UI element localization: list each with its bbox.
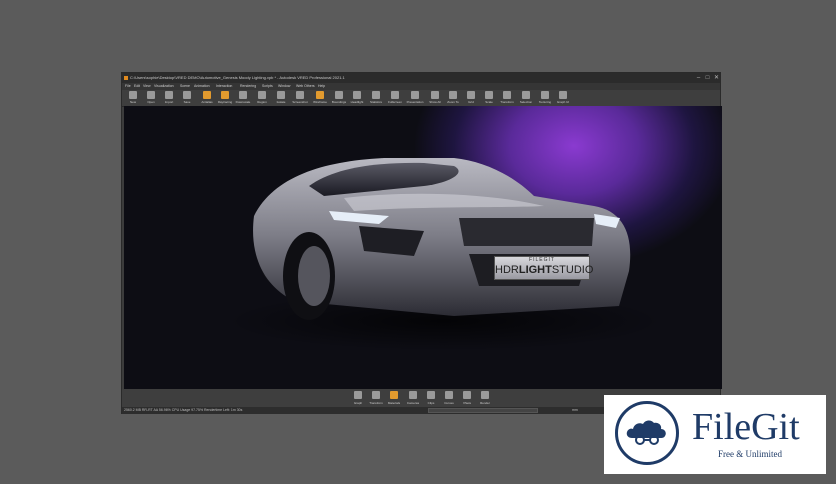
- menu-rendering[interactable]: Rendering: [240, 83, 256, 90]
- title-bar: C:\Users\sophie\Desktop\VRED DEMO\Automo…: [122, 73, 720, 83]
- raytracing-icon: [221, 91, 229, 99]
- wireframe-icon: [316, 91, 324, 99]
- badge-main-text: HDRLIGHTSTUDIO: [495, 264, 594, 276]
- vred-app-icon: [124, 76, 128, 80]
- menu-scripts[interactable]: Scripts: [262, 83, 273, 90]
- selection-icon: [522, 91, 530, 99]
- clips-button[interactable]: Clips: [423, 390, 439, 406]
- hdr-light-studio-badge: FILEGIT HDRLIGHTSTUDIO: [494, 256, 594, 280]
- new-file-icon: [129, 91, 137, 99]
- wireframe-button[interactable]: Wireframe: [311, 91, 329, 105]
- statistics-icon: [372, 91, 380, 99]
- render-viewport[interactable]: FILEGIT HDRLIGHTSTUDIO: [124, 106, 722, 389]
- headlight-button[interactable]: Headlight: [348, 91, 366, 105]
- menu-edit[interactable]: Edit: [134, 83, 140, 90]
- vsets-button[interactable]: VSets: [459, 390, 475, 406]
- fullscreen-button[interactable]: Fullscreen: [386, 91, 404, 105]
- region-icon: [258, 91, 266, 99]
- boundings-icon: [335, 91, 343, 99]
- save-button[interactable]: Save: [178, 91, 196, 105]
- car-render-image: [224, 158, 664, 351]
- screenshot-icon: [296, 91, 304, 99]
- curves-icon: [445, 391, 453, 399]
- graph-ui-icon: [559, 91, 567, 99]
- graph-button[interactable]: Graph: [350, 390, 366, 406]
- menu-help[interactable]: Help: [318, 83, 325, 90]
- headlight-icon: [353, 91, 361, 99]
- menu-window[interactable]: Window: [278, 83, 290, 90]
- transform-icon: [503, 91, 511, 99]
- filegit-watermark: FileGit Free & Unlimited: [604, 395, 826, 474]
- isolate-button[interactable]: Isolate: [272, 91, 290, 105]
- zoom-to-icon: [449, 91, 457, 99]
- import-icon: [165, 91, 173, 99]
- statistics-button[interactable]: Statistics: [367, 91, 385, 105]
- materials-icon: [390, 391, 398, 399]
- menu-bar: File Edit View Visualization Scene Anima…: [122, 83, 720, 90]
- menu-view[interactable]: View: [143, 83, 151, 90]
- isolate-icon: [277, 91, 285, 99]
- close-button[interactable]: ✕: [712, 73, 721, 83]
- transform-button[interactable]: Transform: [498, 91, 516, 105]
- menu-file[interactable]: File: [125, 83, 131, 90]
- region-button[interactable]: Region: [253, 91, 271, 105]
- save-icon: [183, 91, 191, 99]
- downscale-icon: [239, 91, 247, 99]
- menu-animation[interactable]: Animation: [194, 83, 210, 90]
- menu-visualization[interactable]: Visualization: [154, 83, 174, 90]
- filegit-tagline: Free & Unlimited: [718, 449, 782, 459]
- window-title: C:\Users\sophie\Desktop\VRED DEMO\Automo…: [130, 75, 345, 80]
- texturing-icon: [541, 91, 549, 99]
- menu-scene[interactable]: Scene: [180, 83, 190, 90]
- vsets-icon: [463, 391, 471, 399]
- show-all-icon: [431, 91, 439, 99]
- menu-interaction[interactable]: Interaction: [216, 83, 232, 90]
- status-text: 2560.2 MB RR-RT AA 56.96% CPU Usage 97.7…: [124, 408, 243, 412]
- menu-web-others[interactable]: Web Others: [296, 83, 315, 90]
- graph-ui-button[interactable]: Graph UI: [554, 91, 572, 105]
- open-folder-icon: [147, 91, 155, 99]
- graph-icon: [354, 391, 362, 399]
- vred-window: C:\Users\sophie\Desktop\VRED DEMO\Automo…: [121, 72, 722, 414]
- fullscreen-icon: [391, 91, 399, 99]
- downscale-button[interactable]: Downscale: [234, 91, 252, 105]
- cloud-link-icon: [626, 420, 666, 445]
- transform-module-button[interactable]: Transform: [368, 390, 384, 406]
- presentation-button[interactable]: Presentation: [406, 91, 424, 105]
- transform-icon: [372, 391, 380, 399]
- screenshot-button[interactable]: Screenshot: [291, 91, 309, 105]
- cameras-icon: [409, 391, 417, 399]
- materials-button[interactable]: Materials: [386, 390, 402, 406]
- render-button[interactable]: Render: [477, 390, 493, 406]
- scale-icon: [485, 91, 493, 99]
- curves-button[interactable]: Curves: [441, 390, 457, 406]
- maximize-button[interactable]: □: [703, 73, 712, 83]
- filegit-logo: [615, 401, 679, 465]
- selection-button[interactable]: Selection: [517, 91, 535, 105]
- antialias-icon: [203, 91, 211, 99]
- main-toolbar: New Open Import Save Antialias Raytracin…: [122, 90, 720, 117]
- cameras-button[interactable]: Cameras: [405, 390, 421, 406]
- presentation-icon: [411, 91, 419, 99]
- filegit-name: FileGit: [692, 406, 800, 448]
- minimize-button[interactable]: –: [694, 73, 703, 83]
- units-label: mm: [572, 408, 578, 412]
- render-icon: [481, 391, 489, 399]
- grid-icon: [467, 91, 475, 99]
- clips-icon: [427, 391, 435, 399]
- command-input[interactable]: [428, 408, 538, 413]
